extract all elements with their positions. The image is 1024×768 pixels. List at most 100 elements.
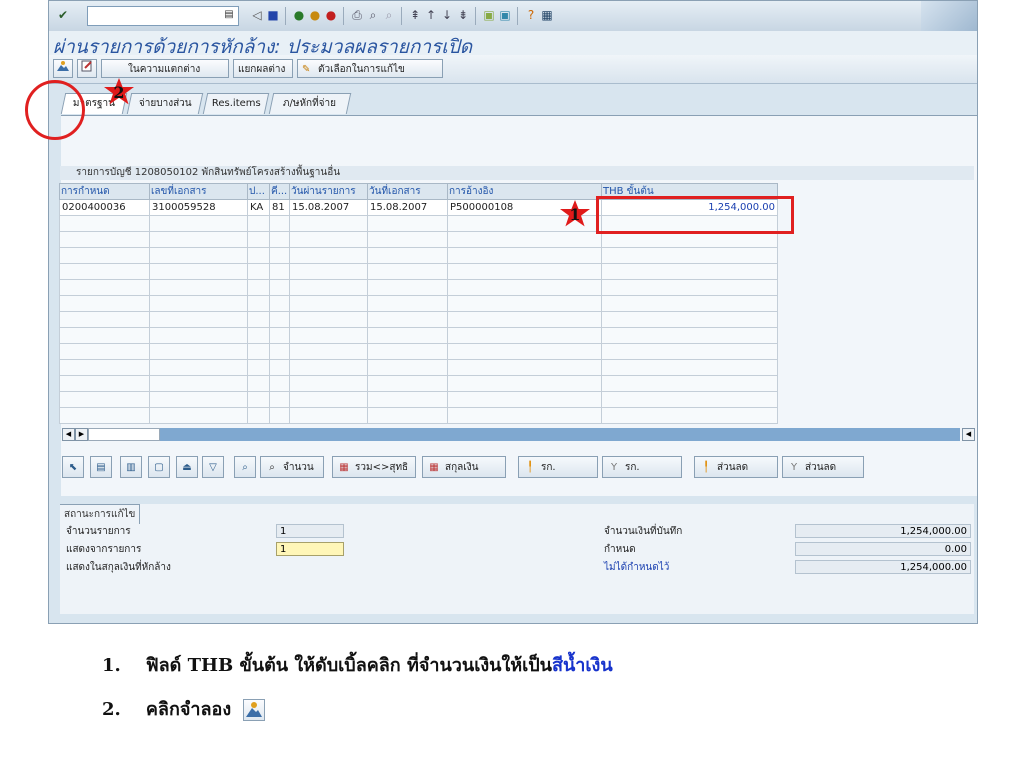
shortcut-icon[interactable]: ▣ bbox=[497, 7, 513, 23]
display-from-input[interactable]: 1 bbox=[276, 542, 344, 556]
table-cell-empty[interactable] bbox=[149, 279, 248, 296]
table-cell[interactable]: 3100059528 bbox=[149, 199, 248, 216]
first-page-icon[interactable]: ⇞ bbox=[407, 7, 423, 23]
table-row-empty[interactable] bbox=[59, 343, 778, 360]
col-document-date[interactable]: วันที่เอกสาร bbox=[367, 183, 448, 200]
table-cell-empty[interactable] bbox=[367, 391, 448, 408]
table-cell-empty[interactable] bbox=[601, 279, 778, 296]
table-cell[interactable]: 0200400036 bbox=[59, 199, 150, 216]
table-cell-empty[interactable] bbox=[289, 407, 368, 424]
table-cell-empty[interactable] bbox=[289, 375, 368, 392]
table-cell-empty[interactable] bbox=[367, 343, 448, 360]
table-row-empty[interactable] bbox=[59, 295, 778, 312]
table-cell-empty[interactable] bbox=[269, 375, 290, 392]
table-cell-empty[interactable] bbox=[247, 391, 270, 408]
table-cell-empty[interactable] bbox=[447, 359, 602, 376]
col-reference[interactable]: การอ้างอิง bbox=[447, 183, 602, 200]
table-row-empty[interactable] bbox=[59, 407, 778, 424]
table-cell-empty[interactable] bbox=[269, 263, 290, 280]
currency-button[interactable]: ▦ สกุลเงิน bbox=[422, 456, 506, 478]
table-cell-empty[interactable] bbox=[601, 343, 778, 360]
table-cell-empty[interactable] bbox=[269, 279, 290, 296]
table-cell-empty[interactable] bbox=[59, 391, 150, 408]
find-next-icon[interactable]: ⌕ bbox=[381, 7, 397, 23]
table-cell-empty[interactable] bbox=[289, 279, 368, 296]
table-cell-empty[interactable] bbox=[447, 247, 602, 264]
table-cell-empty[interactable] bbox=[59, 407, 150, 424]
simulate-button[interactable] bbox=[53, 59, 73, 78]
table-cell-empty[interactable] bbox=[247, 407, 270, 424]
table-cell-empty[interactable] bbox=[601, 327, 778, 344]
next-page-icon[interactable]: ↓ bbox=[439, 7, 455, 23]
table-cell-empty[interactable] bbox=[601, 311, 778, 328]
table-cell-empty[interactable] bbox=[247, 375, 270, 392]
table-cell-empty[interactable] bbox=[149, 359, 248, 376]
table-cell-empty[interactable] bbox=[149, 343, 248, 360]
table-cell-empty[interactable] bbox=[59, 327, 150, 344]
table-cell-empty[interactable] bbox=[447, 279, 602, 296]
col-assignment[interactable]: การกำหนด bbox=[59, 183, 150, 200]
table-cell-empty[interactable] bbox=[149, 263, 248, 280]
table-cell-empty[interactable] bbox=[367, 375, 448, 392]
table-cell-empty[interactable] bbox=[601, 375, 778, 392]
table-cell-empty[interactable] bbox=[59, 311, 150, 328]
table-cell-empty[interactable] bbox=[149, 375, 248, 392]
table-cell-empty[interactable] bbox=[601, 391, 778, 408]
table-cell-empty[interactable] bbox=[447, 263, 602, 280]
activate-items-icon[interactable]: ▤ bbox=[90, 456, 112, 478]
table-cell-empty[interactable] bbox=[247, 263, 270, 280]
table-cell-empty[interactable] bbox=[289, 295, 368, 312]
table-cell-empty[interactable] bbox=[367, 231, 448, 248]
command-field[interactable] bbox=[87, 6, 239, 26]
table-cell-empty[interactable] bbox=[447, 407, 602, 424]
exit-icon[interactable]: ● bbox=[307, 7, 323, 23]
table-cell-empty[interactable] bbox=[149, 247, 248, 264]
table-cell-empty[interactable] bbox=[247, 311, 270, 328]
table-cell-empty[interactable] bbox=[289, 327, 368, 344]
table-cell-empty[interactable] bbox=[149, 295, 248, 312]
table-cell-empty[interactable] bbox=[601, 295, 778, 312]
table-cell-empty[interactable] bbox=[59, 279, 150, 296]
table-cell-empty[interactable] bbox=[367, 263, 448, 280]
table-cell-empty[interactable] bbox=[59, 295, 150, 312]
items-button-2[interactable]: Y รก. bbox=[602, 456, 682, 478]
table-cell-empty[interactable] bbox=[149, 231, 248, 248]
table-cell-empty[interactable] bbox=[447, 327, 602, 344]
table-cell-empty[interactable] bbox=[247, 359, 270, 376]
table-cell-empty[interactable] bbox=[367, 279, 448, 296]
save-icon[interactable]: ■ bbox=[265, 7, 281, 23]
table-cell-empty[interactable] bbox=[269, 247, 290, 264]
table-cell-empty[interactable] bbox=[59, 231, 150, 248]
table-cell-empty[interactable] bbox=[447, 311, 602, 328]
horizontal-scrollbar[interactable]: ◀ ▶ ◀ bbox=[62, 428, 975, 441]
table-cell[interactable]: 15.08.2007 bbox=[289, 199, 368, 216]
tab-withholding-tax[interactable]: ภ/ษหักที่จ่าย bbox=[268, 93, 352, 114]
table-cell-empty[interactable] bbox=[149, 391, 248, 408]
command-dropdown-icon[interactable]: ▤ bbox=[223, 8, 235, 22]
select-icon[interactable]: ⬉ bbox=[62, 456, 84, 478]
table-cell-empty[interactable] bbox=[289, 215, 368, 232]
table-cell-empty[interactable] bbox=[247, 215, 270, 232]
col-document-type[interactable]: ป... bbox=[247, 183, 270, 200]
tab-partial-payment[interactable]: จ่ายบางส่วน bbox=[126, 93, 204, 114]
find-icon[interactable]: ⌕ bbox=[365, 7, 381, 23]
edit-options-button[interactable]: ✎ ตัวเลือกในการแก้ไข bbox=[297, 59, 443, 78]
table-cell-empty[interactable] bbox=[367, 311, 448, 328]
table-cell-empty[interactable] bbox=[269, 215, 290, 232]
table-cell-empty[interactable] bbox=[149, 327, 248, 344]
table-cell-empty[interactable] bbox=[59, 359, 150, 376]
filter-icon[interactable]: ▽ bbox=[202, 456, 224, 478]
table-cell[interactable]: KA bbox=[247, 199, 270, 216]
sort-icon[interactable]: ⏏ bbox=[176, 456, 198, 478]
scroll-thumb[interactable] bbox=[160, 428, 960, 441]
edit-button[interactable] bbox=[77, 59, 97, 78]
table-row-empty[interactable] bbox=[59, 263, 778, 280]
table-cell-empty[interactable] bbox=[289, 359, 368, 376]
cancel-icon[interactable]: ● bbox=[323, 7, 339, 23]
table-cell-empty[interactable] bbox=[601, 247, 778, 264]
table-cell[interactable]: 81 bbox=[269, 199, 290, 216]
table-cell-empty[interactable] bbox=[149, 407, 248, 424]
table-cell-empty[interactable] bbox=[149, 215, 248, 232]
table-cell-empty[interactable] bbox=[149, 311, 248, 328]
table-cell-empty[interactable] bbox=[447, 295, 602, 312]
